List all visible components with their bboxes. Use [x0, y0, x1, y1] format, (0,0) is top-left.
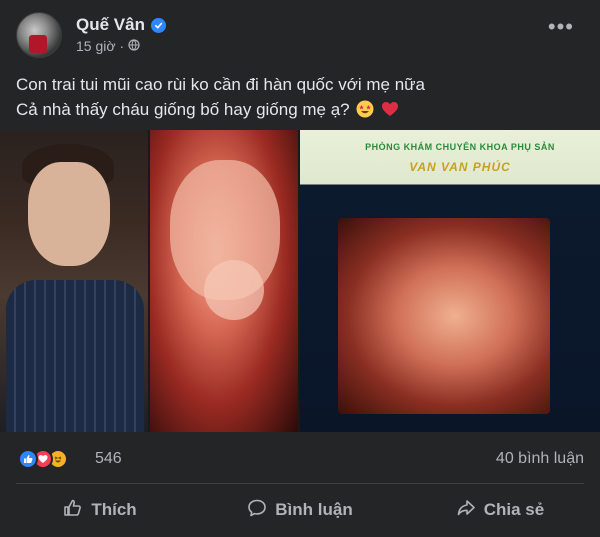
author-name-row: Quế Vân: [76, 15, 166, 35]
photo-man[interactable]: [0, 130, 148, 432]
photo-man-face: [28, 162, 110, 266]
public-globe-icon[interactable]: [128, 38, 140, 54]
share-arrow-icon: [456, 498, 476, 523]
actions-divider: [16, 483, 584, 484]
clinic-sign-line-2: VAN VAN PHÚC: [409, 160, 511, 174]
caption-line-2: Cả nhà thấy cháu giống bố hay giống mẹ ạ…: [16, 97, 576, 125]
meta-separator: ·: [119, 38, 125, 54]
post-caption: Con trai tui mũi cao rùi ko cần đi hàn q…: [16, 72, 576, 125]
post-meta: 15 giờ ·: [76, 38, 140, 54]
caption-line-1: Con trai tui mũi cao rùi ko cần đi hàn q…: [16, 75, 426, 94]
photo-ultrasound-closeup[interactable]: [150, 130, 298, 432]
like-label: Thích: [91, 500, 137, 519]
photo-man-shirt: [6, 280, 144, 432]
reaction-icons[interactable]: [18, 449, 68, 469]
reaction-count[interactable]: 546: [95, 450, 122, 468]
post-time[interactable]: 15 giờ: [76, 38, 116, 54]
comment-bubble-icon: [247, 498, 267, 523]
clinic-sign-line-1: PHÒNG KHÁM CHUYÊN KHOA PHỤ SẢN: [365, 142, 555, 152]
facebook-post: Quế Vân 15 giờ · ••• Con trai tui mũi ca…: [0, 0, 600, 537]
share-label: Chia sẻ: [483, 500, 545, 519]
post-actions: Thích Bình luận Chia sẻ: [0, 490, 600, 530]
more-options-icon[interactable]: •••: [548, 16, 574, 38]
ultrasound-hand-shape: [204, 260, 264, 320]
caption-line-2-text: Cả nhà thấy cháu giống bố hay giống mẹ ạ…: [16, 100, 350, 119]
red-heart-emoji-icon: [381, 100, 399, 125]
author-avatar[interactable]: [16, 12, 62, 58]
ultrasound-scan-image: [338, 218, 550, 414]
author-name[interactable]: Quế Vân: [76, 15, 145, 35]
star-struck-emoji-icon: [356, 100, 374, 125]
like-reaction-icon: [18, 449, 38, 469]
comment-button[interactable]: Bình luận: [200, 490, 400, 530]
thumbs-up-icon: [63, 498, 83, 523]
comment-count[interactable]: 40 bình luận: [496, 450, 584, 468]
comment-label: Bình luận: [275, 500, 353, 519]
like-button[interactable]: Thích: [0, 490, 200, 530]
verified-badge-icon: [150, 17, 166, 33]
share-button[interactable]: Chia sẻ: [400, 490, 600, 530]
